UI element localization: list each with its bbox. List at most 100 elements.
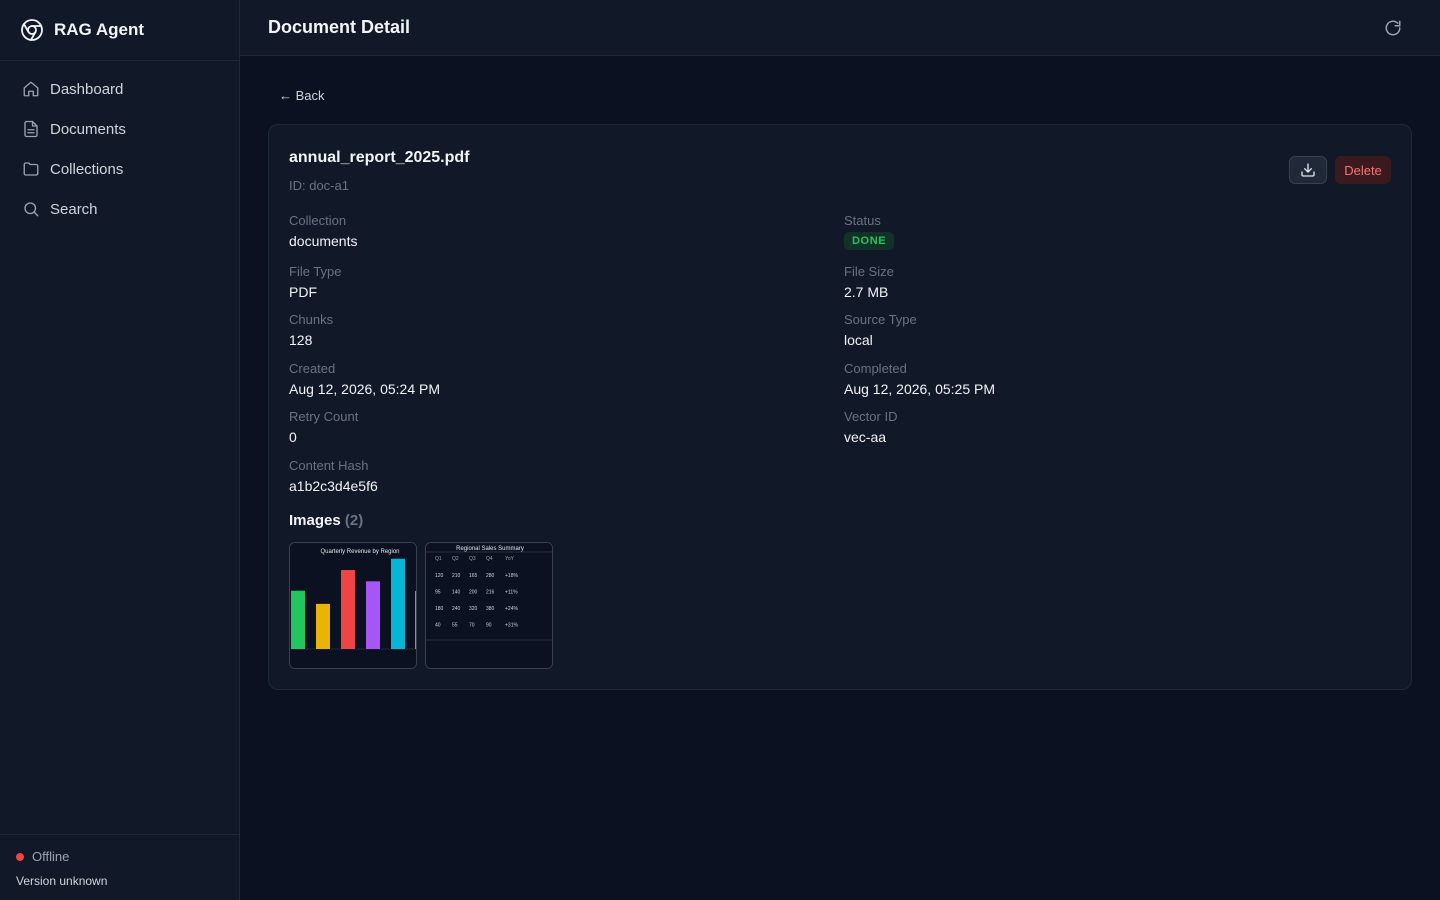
field-vector-id: Vector ID vec-aa xyxy=(844,409,897,445)
table-cell: 120 xyxy=(435,573,444,579)
table-cell: +24% xyxy=(505,606,518,612)
thumbnail-bar xyxy=(391,558,405,649)
table-cell: Q4 xyxy=(486,556,493,562)
status-badge: DONE xyxy=(844,232,895,250)
field-label: Created xyxy=(289,361,336,376)
document-icon xyxy=(24,120,38,138)
field-label: Vector ID xyxy=(844,409,898,424)
table-cell: +31% xyxy=(505,623,518,629)
table-cell: YoY xyxy=(505,556,515,562)
field-created: Created Aug 12, 2026, 05:24 PM xyxy=(289,361,440,397)
brand[interactable]: RAG Agent xyxy=(0,0,239,61)
field-label: Status xyxy=(844,213,881,228)
table-cell: 165 xyxy=(469,573,478,579)
table-cell: Q2 xyxy=(452,556,459,562)
field-file-size: File Size 2.7 MB xyxy=(844,264,894,300)
sidebar-item-documents[interactable]: Documents xyxy=(0,109,239,149)
sidebar-footer: Offline Version unknown xyxy=(0,834,239,900)
table-cell: Q1 xyxy=(435,556,442,562)
field-label: Chunks xyxy=(289,312,334,327)
delete-button[interactable]: Delete xyxy=(1335,156,1391,184)
sidebar: RAG Agent Dashboard Documents Collection… xyxy=(0,0,240,900)
table-cell: 216 xyxy=(486,590,495,596)
app-name: RAG Agent xyxy=(54,20,145,39)
images-title: Images xyxy=(289,512,341,529)
sidebar-item-dashboard[interactable]: Dashboard xyxy=(0,69,239,109)
table-cell: Q3 xyxy=(469,556,476,562)
sidebar-item-label: Dashboard xyxy=(50,80,124,98)
field-value: Aug 12, 2026, 05:25 PM xyxy=(844,381,995,397)
sidebar-item-collections[interactable]: Collections xyxy=(0,149,239,189)
sidebar-nav: Dashboard Documents Collections Search xyxy=(0,61,239,229)
field-label: Retry Count xyxy=(289,409,359,424)
field-collection: Collection documents xyxy=(289,213,357,249)
sidebar-item-label: Search xyxy=(50,200,98,218)
table-cell: 180 xyxy=(435,606,444,612)
thumbnail-title: Regional Sales Summary xyxy=(456,546,524,552)
table-cell: 40 xyxy=(435,623,441,629)
table-cell: 320 xyxy=(469,606,478,612)
bar-chart-thumbnail: Quarterly Revenue by Region xyxy=(290,543,416,668)
document-name: annual_report_2025.pdf xyxy=(289,149,470,166)
home-icon xyxy=(23,81,39,97)
search-icon xyxy=(24,202,39,217)
field-completed: Completed Aug 12, 2026, 05:25 PM xyxy=(844,361,995,397)
document-detail-card: annual_report_2025.pdf ID: doc-a1 Delete… xyxy=(268,124,1412,690)
sidebar-item-search[interactable]: Search xyxy=(0,189,239,229)
table-thumbnail: Regional Sales Summary Q1 Q2 Q3 Q4 YoY 120 210… xyxy=(426,543,552,668)
download-icon xyxy=(1301,163,1315,177)
sidebar-item-label: Collections xyxy=(50,160,124,178)
images-count: (2) xyxy=(344,512,364,529)
table-cell: +11% xyxy=(505,590,518,596)
thumbnail-title: Quarterly Revenue by Region xyxy=(320,549,399,555)
field-label: Source Type xyxy=(844,312,917,327)
thumbnail-bar xyxy=(291,590,305,649)
field-value: local xyxy=(844,332,873,348)
table-cell: 240 xyxy=(452,606,461,612)
field-label: File Type xyxy=(289,264,342,279)
field-value: 128 xyxy=(289,332,313,348)
page-title: Document Detail xyxy=(268,17,411,37)
field-status: Status DONE xyxy=(844,213,895,250)
field-value: documents xyxy=(289,233,358,249)
thumbnail-bar xyxy=(366,581,380,649)
table-cell: 200 xyxy=(469,590,478,596)
document-id: ID: doc-a1 xyxy=(289,178,349,193)
field-file-type: File Type PDF xyxy=(289,264,342,300)
image-thumbnail-1[interactable]: Quarterly Revenue by Region xyxy=(289,542,417,669)
table-cell: 210 xyxy=(452,573,461,579)
status-dot xyxy=(16,852,24,861)
field-label: File Size xyxy=(844,264,894,279)
top-header: Document Detail xyxy=(240,0,1440,56)
field-chunks: Chunks 128 xyxy=(289,312,333,348)
field-value: PDF xyxy=(289,284,317,300)
table-cell: 280 xyxy=(486,573,495,579)
field-value: 2.7 MB xyxy=(844,284,889,300)
connection-status: Offline xyxy=(16,849,223,864)
back-link[interactable]: ← Back xyxy=(279,88,325,103)
table-cell: 55 xyxy=(452,623,458,629)
table-cell: 140 xyxy=(452,590,461,596)
field-retry-count: Retry Count 0 xyxy=(289,409,358,445)
field-value: vec-aa xyxy=(844,429,887,445)
status-text: Offline xyxy=(32,849,70,864)
field-value: 0 xyxy=(289,429,297,445)
table-cell: 90 xyxy=(486,623,492,629)
sidebar-item-label: Documents xyxy=(50,120,126,138)
field-value: a1b2c3d4e5f6 xyxy=(289,478,378,494)
images-heading: Images (2) xyxy=(289,512,363,529)
image-thumbnail-2[interactable]: Regional Sales Summary Q1 Q2 Q3 Q4 YoY 120 210… xyxy=(425,542,553,669)
refresh-icon[interactable] xyxy=(1384,19,1402,37)
folder-icon xyxy=(23,162,39,176)
field-label: Completed xyxy=(844,361,907,376)
field-content-hash: Content Hash a1b2c3d4e5f6 xyxy=(289,458,378,494)
logo-icon xyxy=(21,19,43,41)
field-source-type: Source Type local xyxy=(844,312,917,348)
version-text: Version unknown xyxy=(16,874,108,888)
thumbnail-bar xyxy=(341,570,355,649)
thumbnail-bar xyxy=(316,603,330,649)
download-button[interactable] xyxy=(1289,156,1327,184)
field-label: Content Hash xyxy=(289,458,369,473)
field-label: Collection xyxy=(289,213,347,228)
field-value: Aug 12, 2026, 05:24 PM xyxy=(289,381,440,397)
